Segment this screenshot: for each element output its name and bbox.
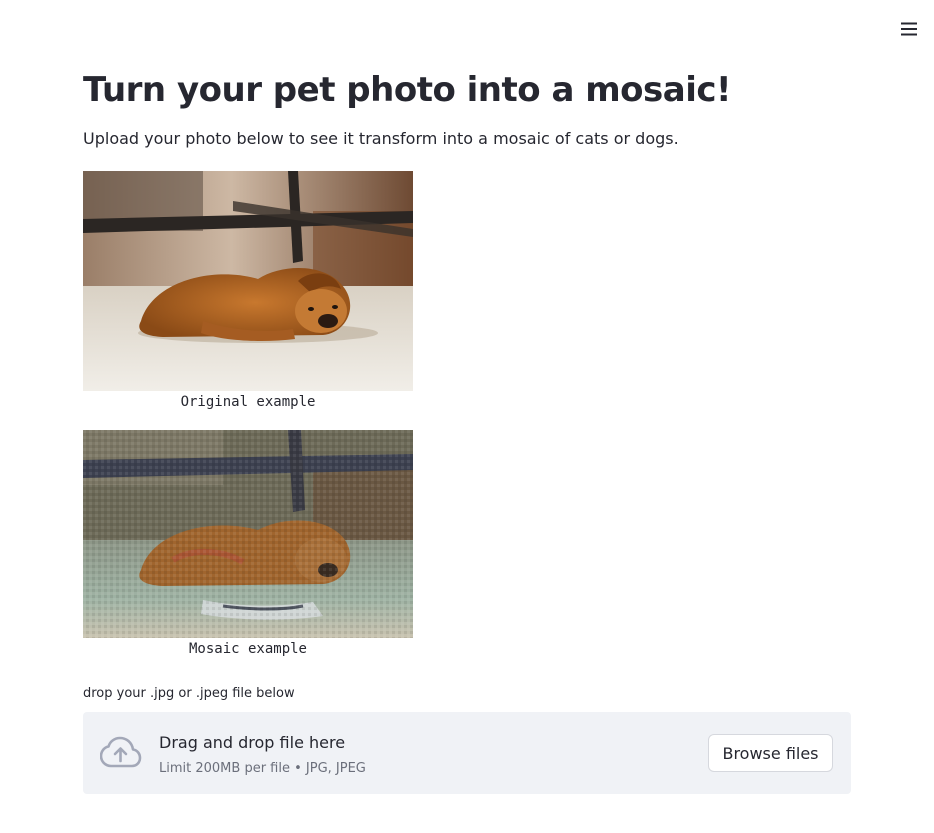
page-title: Turn your pet photo into a mosaic! — [83, 70, 732, 110]
mosaic-example-image — [83, 430, 413, 638]
dropzone-hint: Limit 200MB per file • JPG, JPEG — [159, 761, 366, 776]
main-menu-button[interactable] — [894, 16, 924, 42]
original-example-figure: Original example — [83, 171, 413, 412]
original-example-image — [83, 171, 413, 391]
mosaic-example-caption: Mosaic example — [188, 641, 307, 657]
cloud-upload-icon — [100, 736, 142, 768]
mosaic-example-figure: Mosaic example — [83, 430, 413, 659]
original-example-caption: Original example — [180, 394, 316, 410]
file-dropzone[interactable]: Drag and drop file here Limit 200MB per … — [83, 712, 851, 794]
browse-files-button[interactable]: Browse files — [708, 734, 833, 772]
dropzone-title: Drag and drop file here — [159, 733, 346, 752]
page-subtitle: Upload your photo below to see it transf… — [83, 129, 679, 148]
uploader-label: drop your .jpg or .jpeg file below — [83, 686, 295, 701]
hamburger-menu-icon — [901, 22, 917, 36]
